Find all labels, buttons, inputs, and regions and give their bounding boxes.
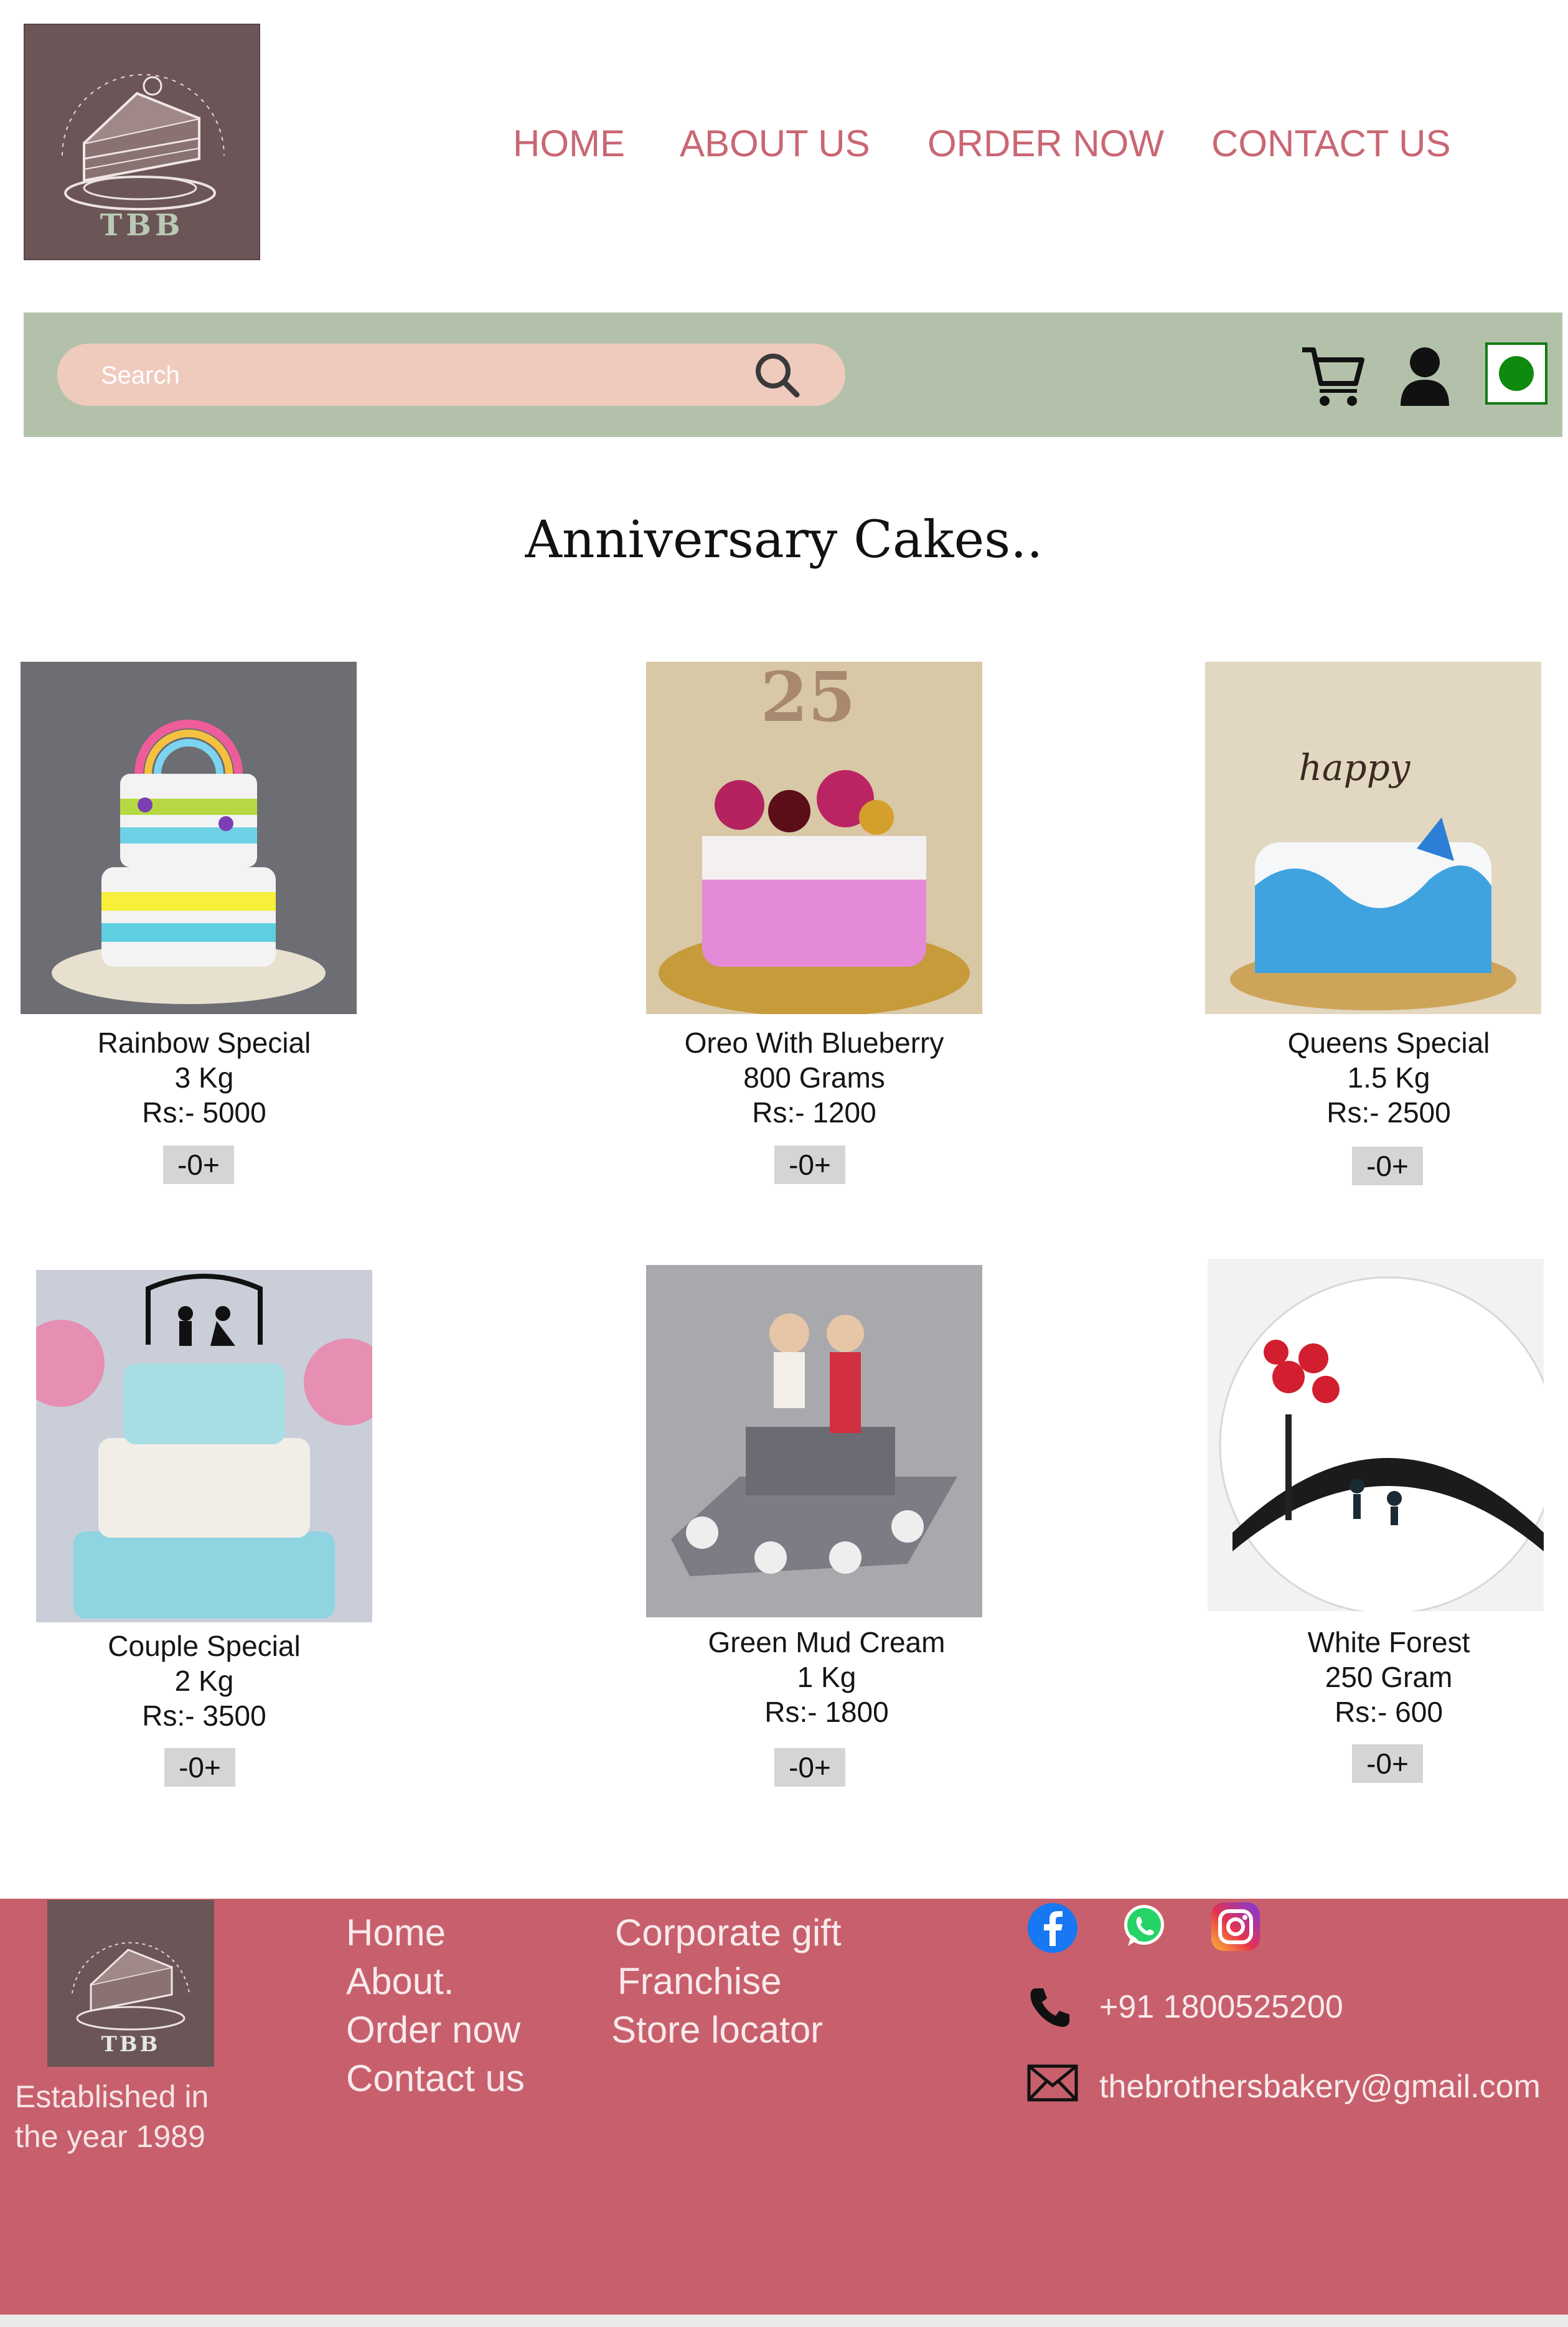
couple-cake-icon: [36, 1270, 372, 1622]
green-dot-icon: [1499, 356, 1534, 391]
product-weight: 3 Kg: [174, 1061, 234, 1094]
product-weight: 1 Kg: [797, 1661, 857, 1693]
footer-logo-text: TBB: [101, 2032, 161, 2057]
couple-figurine-cake-icon: [646, 1265, 982, 1617]
footer-link-order-now[interactable]: Order now: [346, 2008, 520, 2051]
white-forest-cake-icon: [1208, 1259, 1544, 1611]
product-image-queens-special[interactable]: happy: [1205, 662, 1541, 1014]
nav-home[interactable]: HOME: [513, 118, 625, 168]
footer-logo[interactable]: TBB: [47, 1900, 214, 2067]
cart-icon[interactable]: [1300, 342, 1366, 408]
queens-cake-icon: happy: [1205, 662, 1541, 1014]
email-address[interactable]: thebrothersbakery@gmail.com: [1099, 2068, 1568, 2105]
product-weight: 2 Kg: [174, 1665, 234, 1697]
brand-logo[interactable]: TBB: [24, 24, 260, 260]
product-image-green-mud-cream[interactable]: [646, 1265, 982, 1617]
quantity-stepper[interactable]: -0+: [164, 1748, 235, 1787]
footer-link-contact-us[interactable]: Contact us: [346, 2057, 525, 2100]
footer-link-home[interactable]: Home: [346, 1911, 446, 1954]
quantity-stepper[interactable]: -0+: [1352, 1744, 1423, 1783]
nav-about-us[interactable]: ABOUT US: [680, 118, 870, 168]
product-name: Oreo With Blueberry: [684, 1027, 944, 1059]
nav-order-now[interactable]: ORDER NOW: [927, 118, 1164, 168]
footer-link-store-locator[interactable]: Store locator: [611, 2008, 823, 2051]
rainbow-cake-icon: [21, 662, 357, 1014]
product-name: Queens Special: [1287, 1027, 1490, 1059]
quantity-stepper[interactable]: -0+: [774, 1145, 845, 1184]
product-price: Rs:- 5000: [142, 1096, 266, 1129]
product-image-couple-special[interactable]: [36, 1270, 372, 1622]
facebook-icon[interactable]: [1027, 1902, 1078, 1953]
product-weight: 800 Grams: [743, 1061, 885, 1094]
footer-link-corporate-gift[interactable]: Corporate gift: [615, 1911, 842, 1954]
product-price: Rs:- 1800: [764, 1696, 889, 1728]
product-price: Rs:- 2500: [1326, 1096, 1451, 1129]
search-box: [57, 344, 845, 407]
product-image-rainbow-special[interactable]: [21, 662, 357, 1014]
established-text: Established in the year 1989: [15, 2079, 209, 2154]
product-name: Green Mud Cream: [708, 1626, 946, 1658]
footer-link-franchise[interactable]: Franchise: [617, 1960, 781, 2003]
quantity-stepper[interactable]: -0+: [774, 1748, 845, 1787]
product-price: Rs:- 3500: [142, 1699, 266, 1732]
quantity-stepper[interactable]: -0+: [163, 1145, 234, 1184]
oreo-cake-icon: 25: [646, 662, 982, 1014]
product-image-oreo-with-blueberry[interactable]: 25: [646, 662, 982, 1014]
product-name: Couple Special: [108, 1630, 301, 1662]
product-price: Rs:- 600: [1335, 1696, 1443, 1728]
instagram-icon[interactable]: [1210, 1901, 1261, 1952]
whatsapp-icon[interactable]: [1120, 1902, 1168, 1950]
search-icon[interactable]: [752, 350, 802, 400]
phone-number[interactable]: +91 1800525200: [1099, 1988, 1343, 2026]
product-price: Rs:- 1200: [752, 1096, 876, 1129]
user-icon[interactable]: [1398, 345, 1452, 407]
product-name: Rainbow Special: [97, 1027, 311, 1059]
svg-text:happy: happy: [1299, 746, 1411, 789]
status-toggle[interactable]: [1485, 342, 1547, 405]
page-title: Anniversary Cakes..: [525, 510, 1043, 570]
email-icon: [1027, 2064, 1078, 2102]
product-name: White Forest: [1307, 1626, 1470, 1658]
search-input[interactable]: [100, 344, 725, 407]
page-bottom-divider: [0, 2315, 1568, 2327]
quantity-stepper[interactable]: -0+: [1352, 1147, 1423, 1185]
nav-contact-us[interactable]: CONTACT US: [1211, 118, 1450, 168]
product-weight: 250 Gram: [1325, 1661, 1453, 1693]
svg-text:25: 25: [760, 662, 855, 737]
logo-text: TBB: [100, 208, 184, 243]
product-weight: 1.5 Kg: [1347, 1061, 1430, 1094]
footer-link-about[interactable]: About.: [346, 1960, 454, 2003]
phone-icon: [1030, 1988, 1069, 2027]
product-image-white-forest[interactable]: [1208, 1259, 1544, 1611]
